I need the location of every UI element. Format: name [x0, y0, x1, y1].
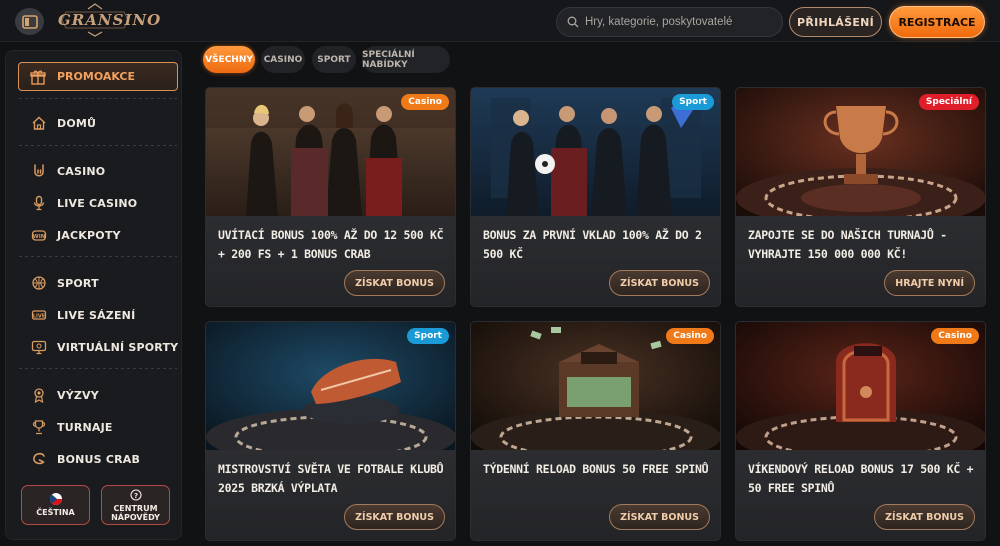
sidebar-item-live-casino[interactable]: LIVE CASINO: [31, 193, 137, 213]
divider: [19, 145, 177, 146]
search-input[interactable]: [585, 16, 770, 28]
promo-title: UVÍTACÍ BONUS 100% AŽ DO 12 500 KČ + 200…: [218, 228, 444, 261]
tab-sport[interactable]: SPORT: [312, 46, 356, 73]
medal-icon: [34, 388, 44, 403]
promo-card-body: UVÍTACÍ BONUS 100% AŽ DO 12 500 KČ + 200…: [206, 216, 455, 306]
promo-card-body: MISTROVSTVÍ SVĚTA VE FOTBALE KLUBŮ 2025 …: [206, 450, 455, 540]
basketball-icon: [32, 276, 46, 290]
login-button[interactable]: PŘIHLÁŠENÍ: [789, 7, 882, 37]
register-button[interactable]: REGISTRACE: [889, 6, 985, 38]
category-badge: Casino: [401, 94, 449, 110]
sidebar-item-casino[interactable]: CASINO: [31, 161, 105, 181]
sidebar-item-label: LIVE CASINO: [57, 196, 138, 210]
jackpot-icon: WIN: [31, 230, 47, 241]
get-bonus-button[interactable]: ZÍSKAT BONUS: [609, 504, 710, 530]
sidebar-item-tournaments[interactable]: TURNAJE: [31, 417, 113, 437]
language-button[interactable]: ČEŠTINA: [21, 485, 90, 525]
sidebar-item-sport[interactable]: SPORT: [31, 273, 99, 293]
promo-card-body: ZAPOJTE SE DO NAŠICH TURNAJŮ - VYHRAJTE …: [736, 216, 985, 306]
language-label: ČEŠTINA: [36, 508, 75, 517]
category-badge: Casino: [666, 328, 714, 344]
help-label: CENTRUM NÁPOVĚDY: [111, 503, 160, 522]
category-badge: Casino: [931, 328, 979, 344]
search-bar[interactable]: [556, 7, 783, 37]
tab-all[interactable]: VŠECHNY: [203, 46, 255, 73]
sidebar: PROMOAKCE DOMŮ CASINO LIVE CASINO WIN JA…: [5, 50, 182, 540]
sidebar-item-bonus-crab[interactable]: BONUS CRAB: [31, 449, 140, 469]
sidebar-item-label: SPORT: [57, 276, 99, 290]
promo-title: MISTROVSTVÍ SVĚTA VE FOTBALE KLUBŮ 2025 …: [218, 462, 444, 495]
sidebar-item-label: LIVE SÁZENÍ: [57, 308, 136, 322]
sidebar-toggle-button[interactable]: [15, 8, 44, 35]
promo-card[interactable]: Casino TÝDENNÍ RELOAD BONUS 50 FREE SPIN…: [470, 321, 721, 541]
search-icon: [567, 16, 579, 28]
promo-card[interactable]: Casino UVÍTACÍ BONUS 100% AŽ DO 12 500 K…: [205, 87, 456, 307]
promo-card[interactable]: Casino VÍKENDOVÝ RELOAD BONUS 17 500 KČ …: [735, 321, 986, 541]
sidebar-item-label: CASINO: [57, 164, 106, 178]
sidebar-item-live-betting[interactable]: LIVE LIVE SÁZENÍ: [31, 305, 135, 325]
sidebar-item-label: PROMOAKCE: [57, 70, 136, 83]
svg-text:?: ?: [133, 491, 137, 499]
sidebar-item-label: VIRTUÁLNÍ SPORTY: [57, 340, 179, 354]
promo-card[interactable]: Speciální ZAPOJTE SE DO NAŠICH TURNAJŮ -…: [735, 87, 986, 307]
divider: [19, 368, 177, 369]
promo-title: TÝDENNÍ RELOAD BONUS 50 FREE SPINŮ: [483, 462, 709, 476]
get-bonus-button[interactable]: ZÍSKAT BONUS: [609, 270, 710, 296]
sidebar-toggle-icon: [21, 14, 38, 29]
category-badge: Sport: [672, 94, 714, 110]
promo-card[interactable]: Sport MISTROVSTVÍ SVĚTA VE FOTBALE KLUBŮ…: [205, 321, 456, 541]
divider: [19, 256, 177, 257]
sidebar-item-promo[interactable]: PROMOAKCE: [18, 62, 178, 91]
sidebar-item-label: DOMŮ: [57, 116, 97, 130]
play-now-button[interactable]: HRAJTE NYNÍ: [884, 270, 975, 296]
logo[interactable]: GRANSINO: [58, 2, 162, 38]
sidebar-item-label: JACKPOTY: [57, 228, 121, 242]
sidebar-item-label: BONUS CRAB: [57, 452, 141, 466]
logo-text: GRANSINO: [58, 11, 162, 29]
promo-card-body: BONUS ZA PRVNÍ VKLAD 100% AŽ DO 2 500 KČ…: [471, 216, 720, 306]
microphone-icon: [33, 195, 45, 211]
help-icon: ?: [129, 488, 142, 501]
live-icon: LIVE: [31, 310, 47, 320]
tab-casino[interactable]: CASINO: [261, 46, 305, 73]
sidebar-item-jackpots[interactable]: WIN JACKPOTY: [31, 225, 121, 245]
promo-title: BONUS ZA PRVNÍ VKLAD 100% AŽ DO 2 500 KČ: [483, 228, 702, 261]
rock-hand-icon: [34, 164, 44, 177]
promo-card-body: TÝDENNÍ RELOAD BONUS 50 FREE SPINŮ ZÍSKA…: [471, 450, 720, 540]
top-header: GRANSINO PŘIHLÁŠENÍ REGISTRACE: [0, 0, 1000, 42]
category-badge: Speciální: [918, 94, 979, 110]
sidebar-item-challenges[interactable]: VÝZVY: [31, 385, 99, 405]
sidebar-item-home[interactable]: DOMŮ: [31, 113, 96, 133]
czech-flag-icon: [49, 493, 62, 505]
sidebar-item-label: VÝZVY: [57, 388, 99, 402]
help-center-button[interactable]: ? CENTRUM NÁPOVĚDY: [101, 485, 170, 525]
promo-card-body: VÍKENDOVÝ RELOAD BONUS 17 500 KČ + 50 FR…: [736, 450, 985, 540]
crab-icon: [33, 452, 45, 465]
get-bonus-button[interactable]: ZÍSKAT BONUS: [344, 270, 445, 296]
svg-text:WIN: WIN: [33, 234, 46, 240]
get-bonus-button[interactable]: ZÍSKAT BONUS: [874, 504, 975, 530]
promo-title: VÍKENDOVÝ RELOAD BONUS 17 500 KČ + 50 FR…: [748, 462, 974, 495]
gift-icon: [30, 70, 46, 85]
sidebar-item-label: TURNAJE: [57, 420, 113, 434]
divider: [19, 98, 177, 99]
category-badge: Sport: [407, 328, 449, 344]
home-icon: [32, 116, 46, 130]
promo-title: ZAPOJTE SE DO NAŠICH TURNAJŮ - VYHRAJTE …: [748, 228, 947, 261]
tab-special-offers[interactable]: SPECIÁLNÍ NABÍDKY: [362, 46, 450, 73]
svg-text:LIVE: LIVE: [33, 313, 46, 319]
trophy-icon: [32, 420, 46, 435]
get-bonus-button[interactable]: ZÍSKAT BONUS: [344, 504, 445, 530]
sidebar-item-virtual-sports[interactable]: VIRTUÁLNÍ SPORTY: [31, 337, 178, 357]
promo-card[interactable]: Sport BONUS ZA PRVNÍ VKLAD 100% AŽ DO 2 …: [470, 87, 721, 307]
monitor-icon: [31, 340, 47, 355]
